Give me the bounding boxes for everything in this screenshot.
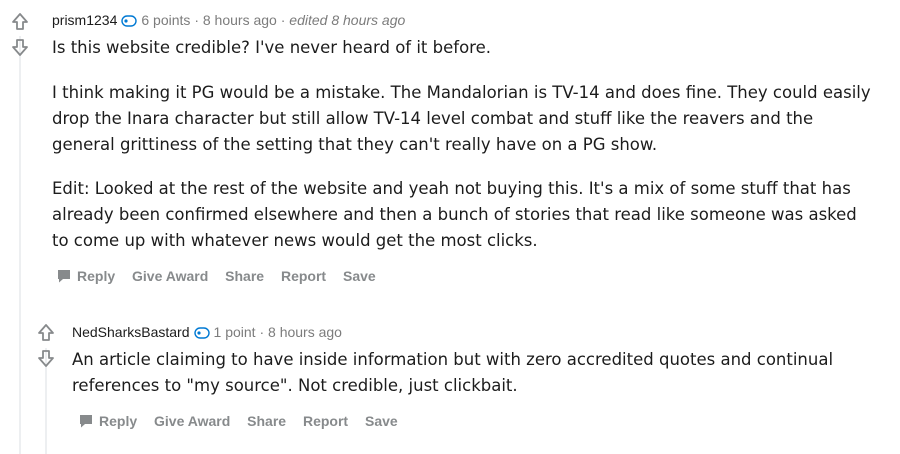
share-button[interactable]: Share — [247, 413, 286, 429]
meta-separator: · — [280, 12, 286, 28]
comment-author[interactable]: prism1234 — [52, 12, 117, 28]
meta-separator: · — [194, 12, 199, 28]
reply-button[interactable]: Reply — [78, 413, 137, 429]
give-award-button[interactable]: Give Award — [154, 413, 230, 429]
report-button[interactable]: Report — [303, 413, 348, 429]
comment-author[interactable]: NedSharksBastard — [72, 324, 190, 340]
comment-actions: Reply Give Award Share Report Save — [78, 413, 411, 432]
share-button[interactable]: Share — [225, 268, 264, 284]
report-button[interactable]: Report — [281, 268, 326, 284]
reply-icon — [56, 268, 72, 287]
comment-timestamp[interactable]: 8 hours ago — [203, 12, 277, 28]
reply-icon — [78, 413, 94, 432]
save-button[interactable]: Save — [365, 413, 398, 429]
comment-actions: Reply Give Award Share Report Save — [56, 268, 389, 287]
flair-icon — [193, 325, 210, 343]
comment-paragraph: An article claiming to have inside infor… — [72, 350, 834, 395]
upvote-icon[interactable] — [36, 323, 56, 343]
edited-label: edited 8 hours ago — [289, 12, 406, 28]
upvote-icon[interactable] — [10, 12, 30, 32]
thread-line-1[interactable] — [19, 36, 21, 454]
downvote-icon[interactable] — [10, 37, 30, 57]
comment-points: 1 point — [213, 324, 256, 340]
comment-paragraph: Is this website credible? I've never hea… — [52, 38, 491, 57]
comment-meta: NedSharksBastard 1 point · 8 hours ago — [72, 323, 342, 343]
meta-separator: · — [259, 324, 265, 340]
save-button[interactable]: Save — [343, 268, 376, 284]
give-award-button[interactable]: Give Award — [132, 268, 208, 284]
reply-button[interactable]: Reply — [56, 268, 115, 284]
flair-icon — [121, 13, 138, 31]
comment-points: 6 points — [141, 12, 191, 28]
comment-meta: prism1234 6 points · 8 hours ago · edited… — [52, 11, 405, 31]
comment-paragraph: Edit: Looked at the rest of the website … — [52, 179, 857, 250]
comment-timestamp[interactable]: 8 hours ago — [268, 324, 342, 340]
downvote-icon[interactable] — [36, 348, 56, 368]
comment-paragraph: I think making it PG would be a mistake.… — [52, 83, 871, 154]
